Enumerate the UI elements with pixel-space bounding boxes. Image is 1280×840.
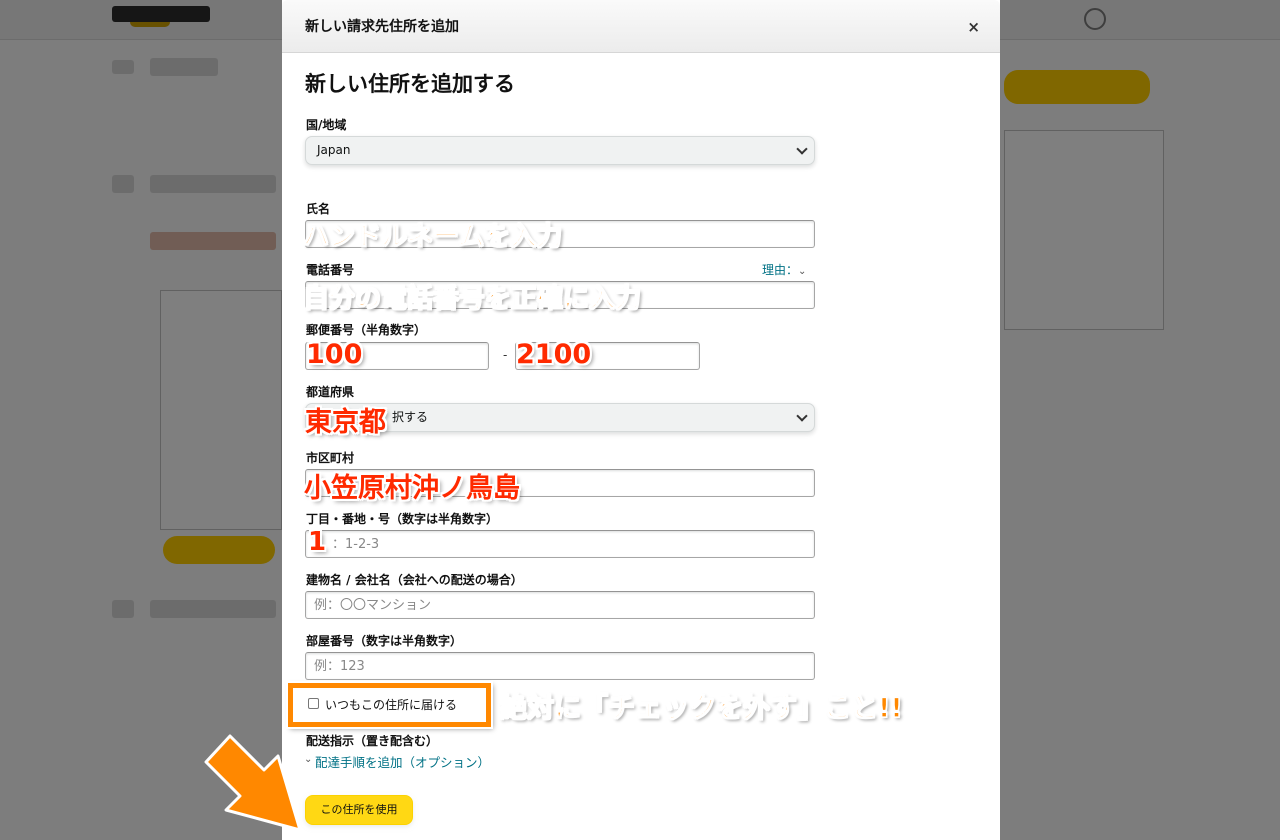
annotation-checkbox-note: 絶対に「チェックを外す」こと!! [499, 692, 903, 724]
building-label: 建物名 / 会社名（会社への配送の場合） [306, 573, 523, 587]
street-label: 丁目・番地・号（数字は半角数字） [306, 512, 499, 526]
modal-title: 新しい請求先住所を追加 [305, 19, 459, 35]
chevron-down-icon [796, 410, 808, 422]
modal-header: 新しい請求先住所を追加 × [282, 0, 1000, 53]
delivery-instructions-label: 配送指示（置き配含む） [306, 734, 439, 748]
street-input[interactable] [305, 530, 815, 558]
annotation-city: 小笠原村沖ノ鳥島 [304, 473, 520, 504]
checkbox-highlight-box [288, 683, 491, 727]
annotation-name-note: ハンドルネームを入力 [302, 221, 563, 252]
phone-label: 電話番号 [306, 263, 355, 277]
phone-reason-text: 理由： [762, 263, 799, 277]
prefecture-value: 択する [392, 410, 429, 424]
prefecture-label: 都道府県 [306, 385, 355, 399]
form-title: 新しい住所を追加する [305, 72, 515, 96]
room-input[interactable] [305, 652, 815, 680]
city-label: 市区町村 [306, 451, 355, 465]
chevron-down-icon: ⌄ [798, 266, 807, 277]
annotation-phone-note: 自分の電話番号を正確に入力 [302, 283, 642, 314]
building-input[interactable] [305, 591, 815, 619]
annotation-street: 1 [308, 527, 327, 557]
use-this-address-button[interactable]: この住所を使用 [305, 795, 413, 825]
country-label: 国/地域 [306, 118, 347, 132]
annotation-prefecture: 東京都 [305, 407, 386, 438]
annotation-postal-part2: 2100 [516, 339, 592, 370]
name-label: 氏名 [306, 202, 331, 216]
phone-reason-link[interactable]: 理由：⌄ [762, 261, 806, 278]
close-icon[interactable]: × [967, 18, 980, 36]
pointer-arrow-icon [204, 734, 302, 832]
add-delivery-instructions-link[interactable]: 配達手順を追加（オプション） [315, 752, 490, 771]
postal-separator: - [503, 348, 508, 362]
country-value: Japan [317, 143, 351, 157]
annotation-postal-part1: 100 [306, 339, 363, 370]
chevron-down-icon [796, 143, 808, 155]
country-select[interactable]: Japan [305, 136, 815, 165]
room-label: 部屋番号（数字は半角数字） [306, 634, 463, 648]
postal-label: 郵便番号（半角数字） [306, 323, 427, 337]
